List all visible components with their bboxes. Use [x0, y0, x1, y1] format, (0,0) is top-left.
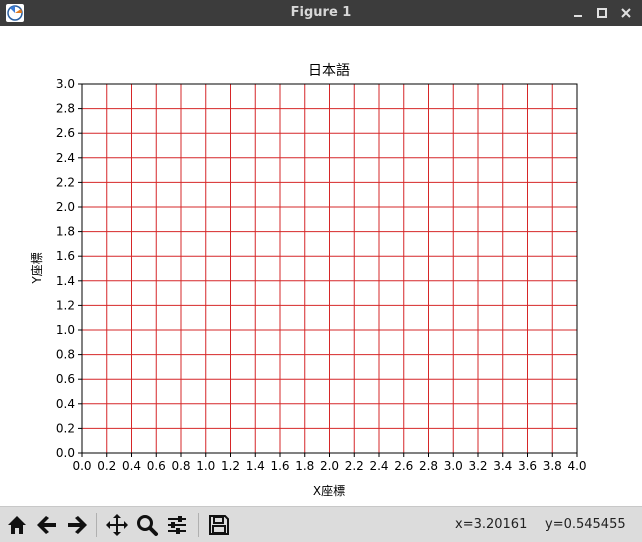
y-tick-label: 2.8 — [56, 102, 75, 116]
home-icon — [8, 516, 26, 534]
pan-icon — [106, 514, 128, 536]
close-icon — [621, 8, 631, 18]
chart-title: 日本語 — [308, 63, 350, 79]
y-tick-label: 3.0 — [56, 77, 75, 91]
y-tick-label: 1.2 — [56, 298, 75, 312]
x-tick-label: 2.6 — [394, 459, 413, 473]
x-tick-label: 4.0 — [567, 459, 586, 473]
x-tick-label: 1.0 — [196, 459, 215, 473]
x-tick-label: 0.2 — [97, 459, 116, 473]
x-tick-label: 3.2 — [468, 459, 487, 473]
chart: 0.0 0.2 0.4 0.6 0.8 1.0 1.2 1.4 1.6 1.8 2.0 2.2 2.4 2… — [29, 63, 587, 498]
x-tick-label: 3.0 — [444, 459, 463, 473]
save-icon — [209, 515, 229, 535]
save-button[interactable] — [206, 512, 232, 538]
zoom-button[interactable] — [134, 512, 160, 538]
x-tick-label: 2.8 — [419, 459, 438, 473]
back-icon — [37, 516, 56, 534]
x-coordinate-readout: x=3.20161 — [455, 517, 528, 532]
minimize-icon — [574, 15, 582, 17]
y-tick-label: 1.0 — [56, 323, 75, 337]
x-tick-label: 3.6 — [518, 459, 537, 473]
x-tick-label: 2.2 — [345, 459, 364, 473]
window-title: Figure 1 — [290, 5, 352, 20]
grid — [81, 83, 578, 454]
x-tick-label: 3.4 — [493, 459, 512, 473]
x-tick-label: 0.6 — [147, 459, 166, 473]
x-axis: 0.0 0.2 0.4 0.6 0.8 1.0 1.2 1.4 1.6 1.8 2.0 2.2 2.4 2… — [72, 453, 587, 473]
maximize-icon — [597, 8, 607, 18]
forward-button[interactable] — [64, 512, 90, 538]
x-tick-label: 0.4 — [122, 459, 141, 473]
x-tick-label: 2.0 — [320, 459, 339, 473]
y-tick-label: 0.2 — [56, 421, 75, 435]
x-tick-label: 3.8 — [543, 459, 562, 473]
toolbar-separator — [96, 513, 97, 537]
y-tick-label: 0.0 — [56, 446, 75, 460]
minimize-button[interactable] — [568, 3, 588, 23]
x-tick-label: 2.4 — [369, 459, 388, 473]
y-tick-label: 0.8 — [56, 348, 75, 362]
y-tick-label: 0.4 — [56, 397, 75, 411]
y-tick-label: 0.6 — [56, 372, 75, 386]
x-tick-label: 1.4 — [246, 459, 265, 473]
y-tick-label: 1.8 — [56, 225, 75, 239]
y-coordinate-readout: y=0.545455 — [545, 517, 626, 532]
x-tick-label: 0.0 — [72, 459, 91, 473]
maximize-button[interactable] — [592, 3, 612, 23]
y-tick-label: 1.6 — [56, 249, 75, 263]
home-button[interactable] — [4, 512, 30, 538]
x-tick-label: 1.8 — [295, 459, 314, 473]
y-tick-label: 2.4 — [56, 151, 75, 165]
y-tick-label: 2.0 — [56, 200, 75, 214]
y-tick-label: 1.4 — [56, 274, 75, 288]
x-axis-label: X座標 — [313, 483, 345, 498]
x-tick-label: 1.6 — [270, 459, 289, 473]
x-tick-label: 1.2 — [221, 459, 240, 473]
y-axis: 0.0 0.2 0.4 0.6 0.8 1.0 1.2 1.4 1.6 1.8 2.0 2.2 2.4 2… — [56, 77, 82, 460]
configure-subplots-icon — [168, 516, 186, 534]
title-bar: Figure 1 — [0, 0, 642, 26]
y-axis-label: Y座標 — [29, 252, 44, 284]
configure-subplots-button[interactable] — [164, 512, 190, 538]
y-tick-label: 2.2 — [56, 175, 75, 189]
x-tick-label: 0.8 — [171, 459, 190, 473]
toolbar-separator — [198, 513, 199, 537]
navigation-toolbar: x=3.20161 y=0.545455 — [0, 506, 642, 542]
forward-icon — [68, 516, 87, 534]
y-tick-label: 2.6 — [56, 126, 75, 140]
figure-canvas[interactable]: 0.0 0.2 0.4 0.6 0.8 1.0 1.2 1.4 1.6 1.8 2.0 2.2 2.4 2… — [0, 26, 642, 506]
pan-button[interactable] — [104, 512, 130, 538]
back-button[interactable] — [34, 512, 60, 538]
close-button[interactable] — [616, 3, 636, 23]
zoom-icon — [137, 515, 158, 536]
